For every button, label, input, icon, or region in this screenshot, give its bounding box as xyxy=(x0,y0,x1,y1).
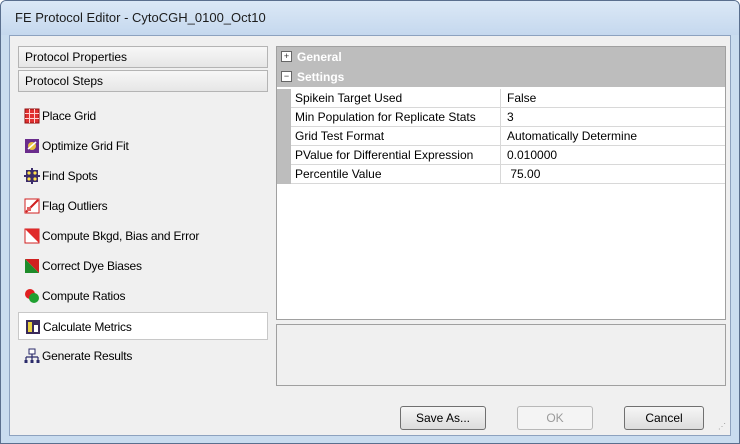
compute-bkgd-icon xyxy=(24,228,40,244)
step-label: Generate Results xyxy=(42,349,133,363)
step-label: Compute Bkgd, Bias and Error xyxy=(42,229,200,243)
step-compute-bkgd[interactable]: Compute Bkgd, Bias and Error xyxy=(18,222,268,250)
property-value[interactable]: Automatically Determine xyxy=(507,127,637,145)
property-value[interactable]: 0.010000 xyxy=(507,146,557,164)
row-gutter xyxy=(277,127,291,146)
property-name: Min Population for Replicate Stats xyxy=(295,108,501,126)
step-place-grid[interactable]: Place Grid xyxy=(18,102,268,130)
flag-outliers-icon xyxy=(24,198,40,214)
protocol-editor-window: FE Protocol Editor - CytoCGH_0100_Oct10 … xyxy=(0,0,740,444)
property-name: Spikein Target Used xyxy=(295,89,501,107)
row-gutter xyxy=(277,108,291,127)
find-spots-icon xyxy=(24,168,40,184)
generate-results-icon xyxy=(24,348,40,363)
step-label: Find Spots xyxy=(42,169,98,183)
calculate-metrics-icon xyxy=(26,320,40,334)
step-label: Calculate Metrics xyxy=(43,320,132,334)
property-value[interactable]: 75.00 xyxy=(507,165,540,183)
place-grid-icon xyxy=(24,108,40,124)
property-description-panel xyxy=(276,324,726,386)
property-name: Grid Test Format xyxy=(295,127,501,145)
save-as-button[interactable]: Save As... xyxy=(400,406,486,430)
category-label: General xyxy=(297,50,342,64)
row-gutter xyxy=(277,89,291,108)
step-generate-results[interactable]: Generate Results xyxy=(18,342,268,370)
step-label: Flag Outliers xyxy=(42,199,108,213)
row-gutter xyxy=(277,146,291,165)
cancel-button[interactable]: Cancel xyxy=(624,406,704,430)
collapse-toggle-icon[interactable]: − xyxy=(281,71,292,82)
expand-toggle-icon[interactable]: + xyxy=(281,51,292,62)
property-row[interactable]: Grid Test Format Automatically Determine xyxy=(277,127,725,146)
step-calculate-metrics[interactable]: Calculate Metrics xyxy=(18,312,268,340)
step-label: Place Grid xyxy=(42,109,97,123)
protocol-steps-button[interactable]: Protocol Steps xyxy=(18,70,268,92)
step-label: Optimize Grid Fit xyxy=(42,139,129,153)
property-value[interactable]: False xyxy=(507,89,536,107)
step-optimize-grid-fit[interactable]: Optimize Grid Fit xyxy=(18,132,268,160)
protocol-properties-button[interactable]: Protocol Properties xyxy=(18,46,268,68)
property-grid: + General − Settings Spikein Target Used… xyxy=(276,46,726,320)
step-compute-ratios[interactable]: Compute Ratios xyxy=(18,282,268,310)
step-label: Correct Dye Biases xyxy=(42,259,142,273)
category-settings[interactable]: − Settings xyxy=(277,67,725,87)
resize-grip-icon[interactable]: ⋰ xyxy=(718,423,728,433)
property-row[interactable]: Percentile Value 75.00 xyxy=(277,165,725,184)
step-find-spots[interactable]: Find Spots xyxy=(18,162,268,190)
property-name: Percentile Value xyxy=(295,165,501,183)
step-correct-dye-biases[interactable]: Correct Dye Biases xyxy=(18,252,268,280)
property-row[interactable]: Spikein Target Used False xyxy=(277,89,725,108)
category-label: Settings xyxy=(297,70,345,84)
step-label: Compute Ratios xyxy=(42,289,126,303)
compute-ratios-icon xyxy=(25,289,39,303)
property-row[interactable]: Min Population for Replicate Stats 3 xyxy=(277,108,725,127)
optimize-grid-icon xyxy=(25,139,39,153)
property-row[interactable]: PValue for Differential Expression 0.010… xyxy=(277,146,725,165)
property-name: PValue for Differential Expression xyxy=(295,146,501,164)
title-bar[interactable]: FE Protocol Editor - CytoCGH_0100_Oct10 xyxy=(1,1,739,35)
dialog-client-area: Protocol Properties Protocol Steps Place… xyxy=(9,35,731,436)
correct-dye-icon xyxy=(25,259,39,273)
window-title: FE Protocol Editor - CytoCGH_0100_Oct10 xyxy=(15,10,266,25)
step-flag-outliers[interactable]: Flag Outliers xyxy=(18,192,268,220)
property-value[interactable]: 3 xyxy=(507,108,514,126)
row-gutter xyxy=(277,165,291,184)
category-general[interactable]: + General xyxy=(277,47,725,67)
protocol-nav-pane: Protocol Properties Protocol Steps Place… xyxy=(14,46,268,376)
ok-button[interactable]: OK xyxy=(517,406,593,430)
